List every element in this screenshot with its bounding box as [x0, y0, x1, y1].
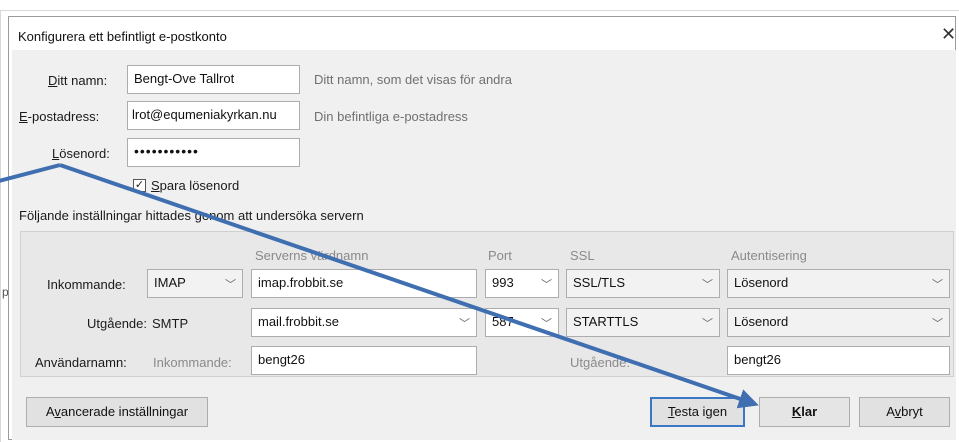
- annotation-arrow-1: [0, 163, 61, 183]
- annotation-arrows: [0, 163, 759, 409]
- annotation-arrow-2: [59, 163, 759, 409]
